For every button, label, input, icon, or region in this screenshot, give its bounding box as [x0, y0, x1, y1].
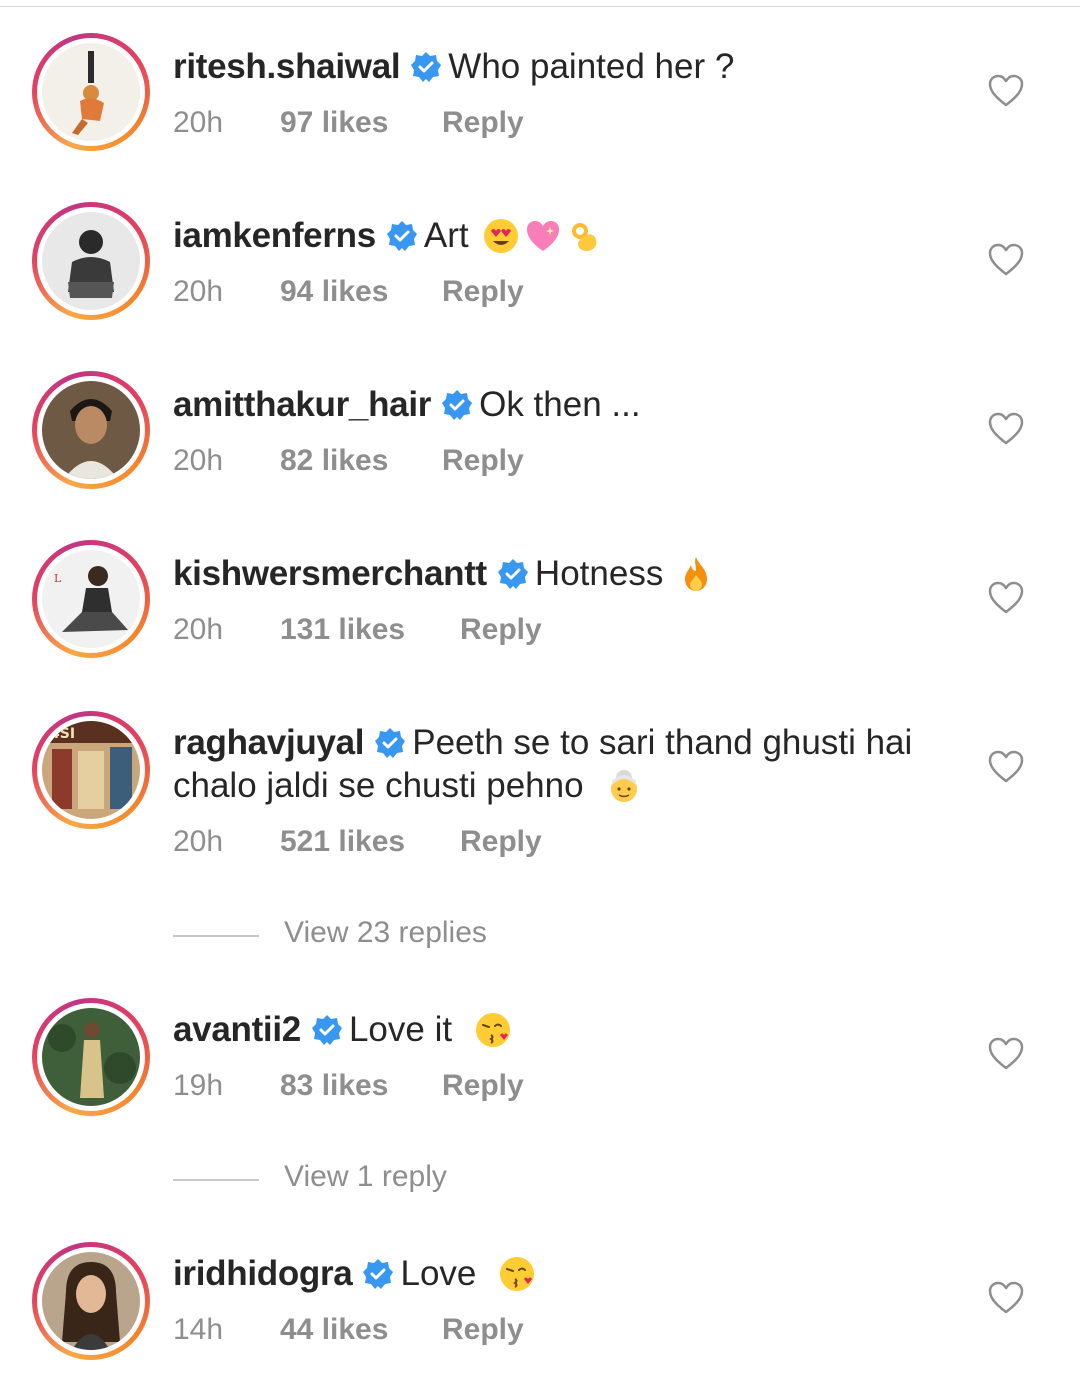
reply-button[interactable]: Reply [442, 444, 524, 478]
avatar[interactable] [32, 371, 150, 489]
top-divider [0, 6, 1080, 7]
verified-badge-icon [497, 559, 528, 589]
comment-text-line2: chalo jaldi se chusti pehno [173, 766, 584, 805]
view-replies-label[interactable]: View 1 reply [284, 1160, 447, 1194]
verified-badge-icon [411, 52, 442, 82]
avatar[interactable] [32, 202, 150, 320]
username[interactable]: kishwersmerchantt [173, 554, 487, 593]
username[interactable]: amitthakur_hair [173, 385, 431, 424]
likes-count[interactable]: 82 likes [280, 444, 388, 478]
likes-count[interactable]: 521 likes [280, 825, 405, 859]
username[interactable]: iridhidogra [173, 1254, 353, 1293]
like-heart-icon[interactable] [988, 750, 1024, 784]
reply-button[interactable]: Reply [442, 1069, 524, 1103]
older-woman-emoji-icon [611, 770, 638, 802]
verified-badge-icon [311, 1015, 342, 1045]
comment-line: avantii2 Love it [173, 1008, 963, 1051]
verified-badge-icon [386, 221, 417, 251]
username[interactable]: ritesh.shaiwal [173, 47, 401, 86]
timestamp[interactable]: 19h [173, 1069, 223, 1103]
like-heart-icon[interactable] [988, 1281, 1024, 1315]
replies-divider [173, 935, 259, 937]
avatar[interactable] [32, 1242, 150, 1360]
username[interactable]: avantii2 [173, 1010, 301, 1049]
comment-text: Who painted her ? [448, 47, 735, 86]
like-heart-icon[interactable] [988, 581, 1024, 615]
likes-count[interactable]: 97 likes [280, 106, 388, 140]
avatar[interactable] [32, 33, 150, 151]
comment-line: iamkenferns Art [173, 214, 963, 257]
movie-poster-avatar-icon: 4SI [42, 721, 140, 819]
avatar[interactable]: 4SI [32, 711, 150, 829]
reply-button[interactable]: Reply [442, 275, 524, 309]
comment-line: iridhidogra Love [173, 1252, 963, 1295]
timestamp[interactable]: 20h [173, 613, 223, 647]
comment-line: ritesh.shaiwal Who painted her ? [173, 45, 963, 88]
svg-text:4SI: 4SI [50, 726, 75, 742]
timestamp[interactable]: 14h [173, 1313, 223, 1347]
avatar[interactable] [32, 998, 150, 1116]
likes-count[interactable]: 131 likes [280, 613, 405, 647]
timestamp[interactable]: 20h [173, 275, 223, 309]
timestamp[interactable]: 20h [173, 444, 223, 478]
svg-text:L: L [54, 572, 62, 585]
ok-hand-emoji-icon [572, 223, 597, 251]
replies-divider [173, 1179, 259, 1181]
man-selfie-avatar-icon [42, 381, 140, 479]
likes-count[interactable]: 44 likes [280, 1313, 388, 1347]
view-replies-label[interactable]: View 23 replies [284, 916, 487, 950]
reply-button[interactable]: Reply [460, 613, 542, 647]
like-heart-icon[interactable] [988, 412, 1024, 446]
reply-button[interactable]: Reply [442, 1313, 524, 1347]
username[interactable]: raghavjuyal [173, 723, 365, 762]
likes-count[interactable]: 83 likes [280, 1069, 388, 1103]
timestamp[interactable]: 20h [173, 825, 223, 859]
comment-text: Love [400, 1254, 477, 1293]
woman-portrait-avatar-icon [42, 1252, 140, 1350]
timestamp[interactable]: 20h [173, 106, 223, 140]
sparkling-heart-emoji-icon [527, 221, 560, 251]
kissing-face-emoji-icon [475, 1013, 510, 1047]
kissing-face-emoji-icon [500, 1257, 535, 1291]
comment-text: Peeth se to sari thand ghusti hai [412, 723, 913, 762]
comment-line: amitthakur_hair Ok then ... [173, 383, 963, 426]
reply-button[interactable]: Reply [460, 825, 542, 859]
username[interactable]: iamkenferns [173, 216, 376, 255]
avatar[interactable]: L [32, 540, 150, 658]
comment-text: Art [423, 216, 469, 255]
comment-line: kishwersmerchantt Hotness [173, 552, 963, 595]
like-heart-icon[interactable] [988, 74, 1024, 108]
comment-text: Ok then ... [479, 385, 641, 424]
comment-line: raghavjuyal Peeth se to sari thand ghusti… [173, 721, 963, 807]
comment-text: Love it [348, 1010, 453, 1049]
comment-text: Hotness [534, 554, 664, 593]
woman-gold-dress-avatar-icon [42, 1008, 140, 1106]
like-heart-icon[interactable] [988, 1037, 1024, 1071]
fire-emoji-icon [685, 557, 708, 591]
verified-badge-icon [363, 1259, 394, 1289]
likes-count[interactable]: 94 likes [280, 275, 388, 309]
verified-badge-icon [375, 728, 406, 758]
person-handstand-avatar-icon [42, 43, 140, 141]
reply-button[interactable]: Reply [442, 106, 524, 140]
like-heart-icon[interactable] [988, 243, 1024, 277]
heart-eyes-emoji-icon [484, 219, 519, 253]
person-sitting-avatar-icon [42, 212, 140, 310]
verified-badge-icon [442, 390, 473, 420]
woman-sitting-avatar-icon: L [42, 550, 140, 648]
